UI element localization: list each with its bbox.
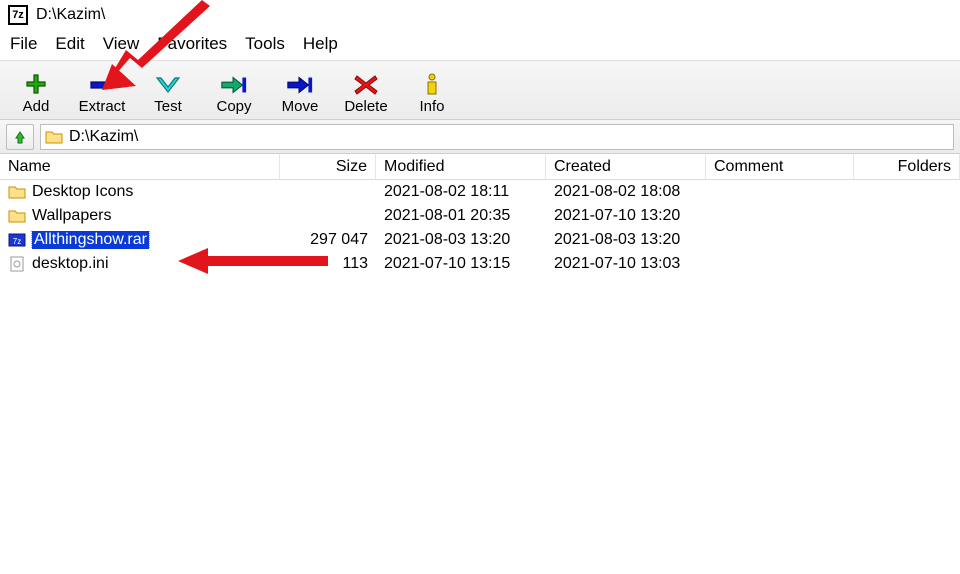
- move-button[interactable]: Move: [272, 74, 328, 115]
- menu-file[interactable]: File: [10, 34, 37, 54]
- file-list: Desktop Icons 2021-08-02 18:11 2021-08-0…: [0, 180, 960, 276]
- file-created: 2021-07-10 13:03: [546, 255, 706, 273]
- test-label: Test: [154, 98, 182, 115]
- file-created: 2021-08-03 13:20: [546, 231, 706, 249]
- file-name: Wallpapers: [32, 207, 111, 225]
- path-input[interactable]: [69, 128, 949, 146]
- col-name[interactable]: Name: [0, 154, 280, 179]
- add-button[interactable]: Add: [8, 74, 64, 115]
- plus-icon: [22, 74, 50, 96]
- window-title: D:\Kazim\: [36, 6, 105, 24]
- up-button[interactable]: [6, 124, 34, 150]
- minus-icon: [88, 74, 116, 96]
- menu-bar: File Edit View Favorites Tools Help: [0, 30, 960, 60]
- copy-arrow-icon: [220, 74, 248, 96]
- folder-icon: [8, 184, 26, 200]
- file-size: 113: [280, 255, 376, 273]
- list-item[interactable]: desktop.ini 113 2021-07-10 13:15 2021-07…: [0, 252, 960, 276]
- info-label: Info: [419, 98, 444, 115]
- address-bar: [0, 120, 960, 154]
- col-created[interactable]: Created: [546, 154, 706, 179]
- archive-icon: 7z: [8, 232, 26, 248]
- col-modified[interactable]: Modified: [376, 154, 546, 179]
- extract-label: Extract: [79, 98, 126, 115]
- x-icon: [352, 74, 380, 96]
- test-button[interactable]: Test: [140, 74, 196, 115]
- menu-favorites[interactable]: Favorites: [157, 34, 227, 54]
- file-modified: 2021-08-02 18:11: [376, 183, 546, 201]
- file-modified: 2021-08-03 13:20: [376, 231, 546, 249]
- move-arrow-icon: [286, 74, 314, 96]
- file-created: 2021-08-02 18:08: [546, 183, 706, 201]
- file-name: Allthingshow.rar: [32, 231, 149, 249]
- menu-view[interactable]: View: [103, 34, 140, 54]
- extract-button[interactable]: Extract: [74, 74, 130, 115]
- file-name: Desktop Icons: [32, 183, 133, 201]
- svg-text:7z: 7z: [13, 237, 21, 246]
- folder-icon: [45, 129, 63, 145]
- app-icon: 7z: [8, 5, 28, 25]
- move-label: Move: [282, 98, 319, 115]
- menu-tools[interactable]: Tools: [245, 34, 285, 54]
- chevron-down-icon: [154, 74, 182, 96]
- up-arrow-icon: [11, 128, 29, 146]
- copy-button[interactable]: Copy: [206, 74, 262, 115]
- folder-icon: [8, 208, 26, 224]
- file-name: desktop.ini: [32, 255, 109, 273]
- copy-label: Copy: [216, 98, 251, 115]
- list-item[interactable]: Desktop Icons 2021-08-02 18:11 2021-08-0…: [0, 180, 960, 204]
- file-modified: 2021-07-10 13:15: [376, 255, 546, 273]
- info-button[interactable]: Info: [404, 74, 460, 115]
- file-created: 2021-07-10 13:20: [546, 207, 706, 225]
- col-size[interactable]: Size: [280, 154, 376, 179]
- col-comment[interactable]: Comment: [706, 154, 854, 179]
- path-box[interactable]: [40, 124, 954, 150]
- title-bar: 7z D:\Kazim\: [0, 0, 960, 30]
- ini-file-icon: [8, 256, 26, 272]
- list-item[interactable]: 7z Allthingshow.rar 297 047 2021-08-03 1…: [0, 228, 960, 252]
- list-item[interactable]: Wallpapers 2021-08-01 20:35 2021-07-10 1…: [0, 204, 960, 228]
- col-folders[interactable]: Folders: [854, 154, 960, 179]
- menu-help[interactable]: Help: [303, 34, 338, 54]
- delete-button[interactable]: Delete: [338, 74, 394, 115]
- info-icon: [418, 74, 446, 96]
- column-headers: Name Size Modified Created Comment Folde…: [0, 154, 960, 180]
- menu-edit[interactable]: Edit: [55, 34, 84, 54]
- file-size: 297 047: [280, 231, 376, 249]
- toolbar: Add Extract Test Copy Move Delete Info: [0, 60, 960, 120]
- file-modified: 2021-08-01 20:35: [376, 207, 546, 225]
- delete-label: Delete: [344, 98, 387, 115]
- add-label: Add: [23, 98, 50, 115]
